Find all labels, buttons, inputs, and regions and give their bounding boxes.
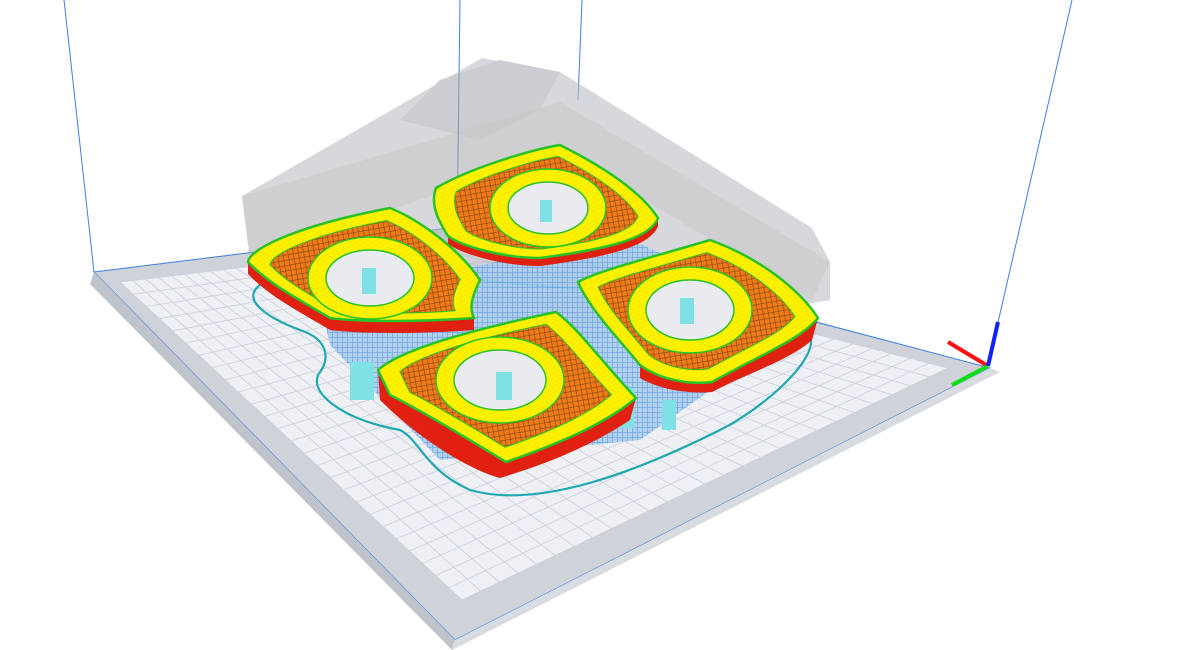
- support-column: [540, 200, 552, 222]
- z-axis-indicator: [986, 321, 1000, 367]
- 3d-layer-viewport[interactable]: [0, 0, 1192, 650]
- support-column: [496, 372, 512, 400]
- support-column: [362, 268, 376, 294]
- support-column: [680, 298, 694, 324]
